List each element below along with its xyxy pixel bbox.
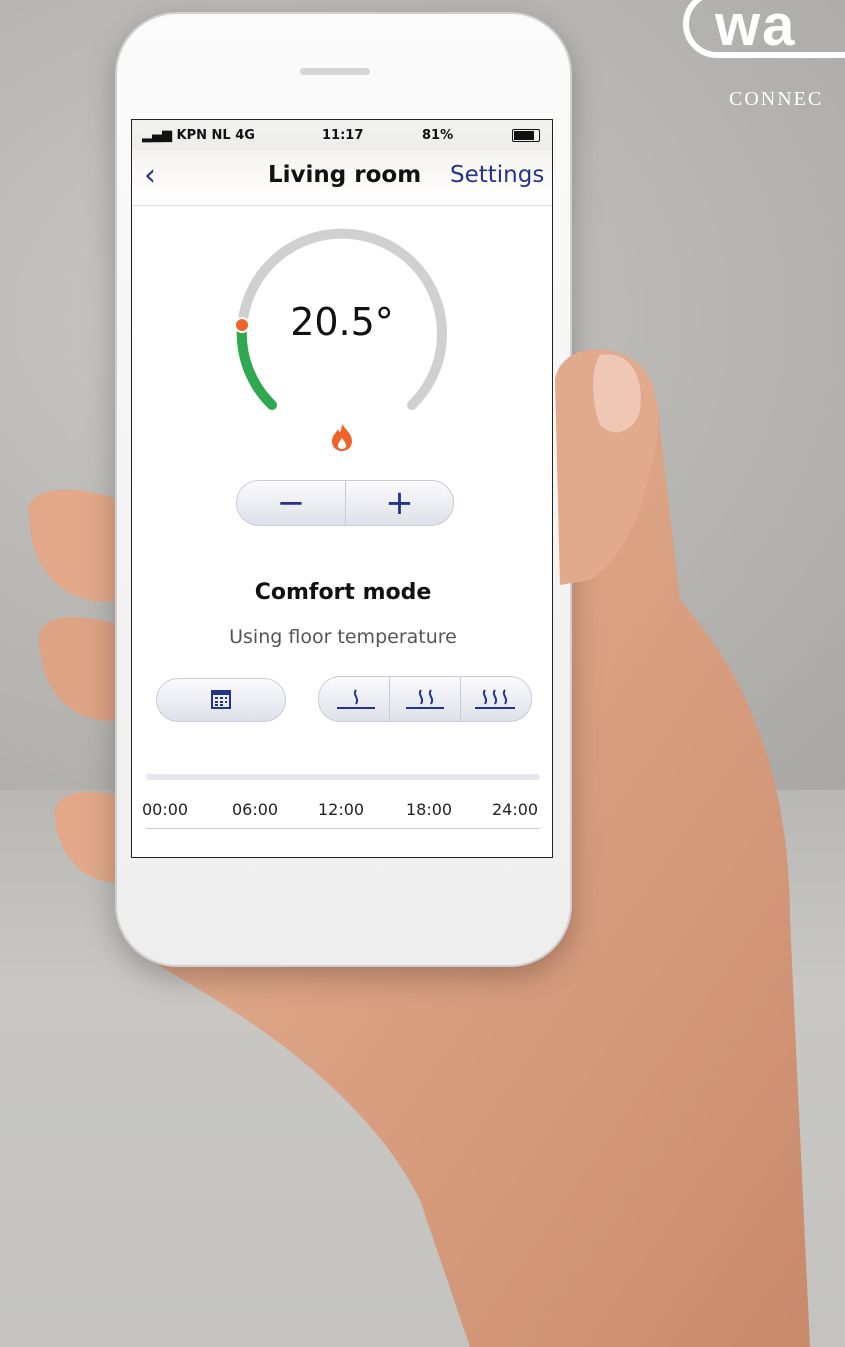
thumb-overlay [555,349,659,585]
